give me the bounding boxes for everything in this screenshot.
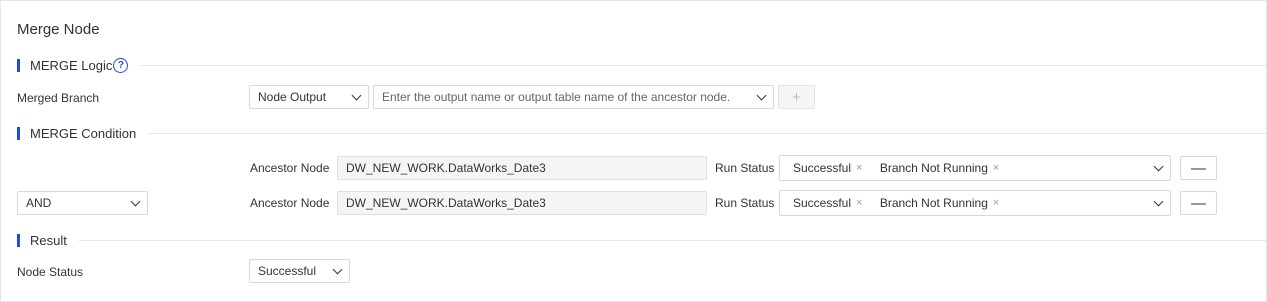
- tag-label: Branch Not Running: [879, 196, 988, 210]
- chevron-down-icon: [1153, 196, 1164, 206]
- status-tag: Successful ×: [793, 161, 862, 175]
- section-accent-bar: [17, 58, 20, 72]
- close-icon[interactable]: ×: [856, 197, 862, 209]
- node-status-label: Node Status: [17, 265, 84, 279]
- section-label: Result: [30, 232, 67, 248]
- chevron-down-icon: [1153, 161, 1164, 171]
- merge-node-panel: [0, 0, 1267, 302]
- close-icon[interactable]: ×: [856, 162, 862, 174]
- ancestor-node-label: Ancestor Node: [250, 196, 330, 210]
- tag-label: Successful: [793, 196, 852, 210]
- ancestor-output-select[interactable]: Enter the output name or output table na…: [373, 85, 774, 109]
- logic-operator-value: AND: [26, 196, 52, 210]
- tag-label: Branch Not Running: [879, 161, 988, 175]
- section-label: MERGE Logic: [30, 57, 113, 73]
- chevron-down-icon: [351, 90, 362, 100]
- section-label: MERGE Condition: [30, 125, 137, 141]
- run-status-tags: Successful × Branch Not Running ×: [793, 161, 1147, 175]
- run-status-select[interactable]: Successful × Branch Not Running ×: [779, 155, 1171, 181]
- add-branch-button[interactable]: +: [778, 85, 815, 109]
- section-divider: [148, 132, 1267, 134]
- run-status-tags: Successful × Branch Not Running ×: [793, 196, 1147, 210]
- close-icon[interactable]: ×: [993, 197, 999, 209]
- run-status-label: Run Status: [715, 196, 775, 210]
- remove-condition-button[interactable]: —: [1180, 191, 1217, 215]
- node-status-select[interactable]: Successful: [249, 259, 350, 283]
- chevron-down-icon: [130, 196, 141, 206]
- source-type-select[interactable]: Node Output: [249, 85, 369, 109]
- question-circle-icon[interactable]: ?: [113, 57, 129, 73]
- ancestor-node-field: DW_NEW_WORK.DataWorks_Date3: [337, 156, 707, 180]
- section-accent-bar: [17, 126, 20, 140]
- section-merge-condition: MERGE Condition: [17, 124, 1267, 142]
- source-type-value: Node Output: [258, 90, 327, 104]
- chevron-down-icon: [756, 90, 767, 100]
- tag-label: Successful: [793, 161, 852, 175]
- logic-operator-select[interactable]: AND: [17, 191, 148, 215]
- ancestor-node-field: DW_NEW_WORK.DataWorks_Date3: [337, 191, 707, 215]
- close-icon[interactable]: ×: [993, 162, 999, 174]
- section-accent-bar: [17, 233, 20, 247]
- page-title: Merge Node: [17, 21, 100, 38]
- section-divider: [78, 239, 1267, 241]
- node-status-value: Successful: [258, 264, 317, 278]
- status-tag: Branch Not Running ×: [880, 196, 1000, 210]
- section-merge-logic: MERGE Logic ?: [17, 56, 1267, 74]
- merged-branch-label: Merged Branch: [17, 91, 100, 105]
- ancestor-node-label: Ancestor Node: [250, 161, 330, 175]
- status-tag: Branch Not Running ×: [880, 161, 1000, 175]
- section-result: Result: [17, 231, 1267, 249]
- chevron-down-icon: [332, 264, 343, 274]
- remove-condition-button[interactable]: —: [1180, 156, 1217, 180]
- section-divider: [140, 64, 1267, 66]
- run-status-select[interactable]: Successful × Branch Not Running ×: [779, 190, 1171, 216]
- run-status-label: Run Status: [715, 161, 775, 175]
- ancestor-output-placeholder: Enter the output name or output table na…: [382, 90, 731, 104]
- status-tag: Successful ×: [793, 196, 862, 210]
